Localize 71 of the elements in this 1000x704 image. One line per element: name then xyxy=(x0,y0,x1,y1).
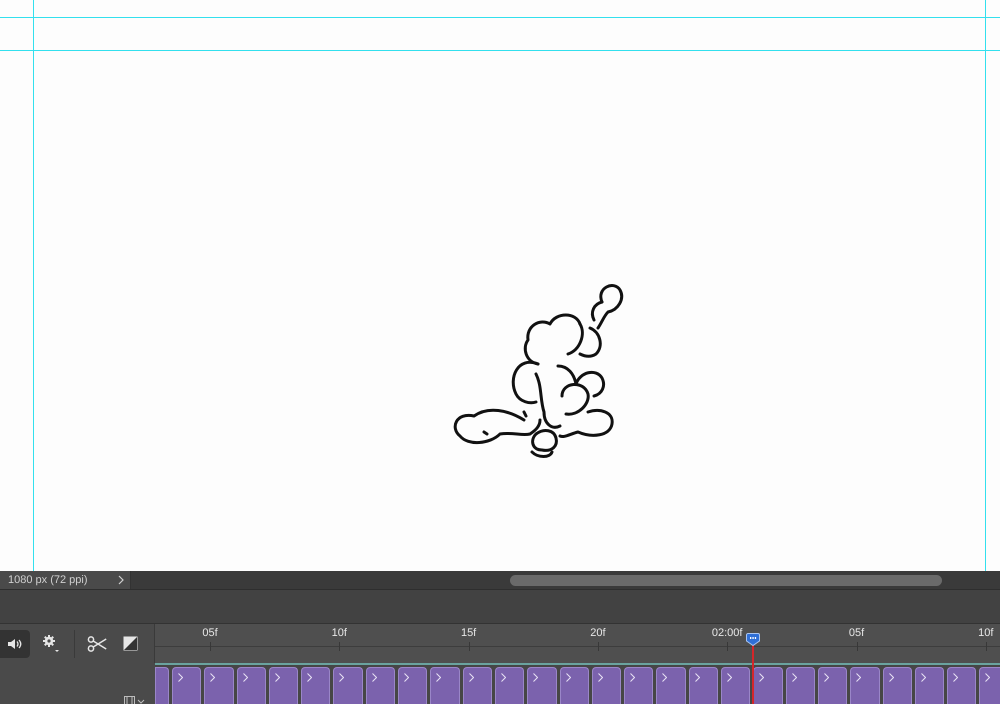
speaker-icon xyxy=(7,638,23,650)
chevron-right-icon xyxy=(274,673,280,682)
frame-clip[interactable] xyxy=(494,667,524,704)
chevron-right-icon xyxy=(920,673,926,682)
frame-clip[interactable] xyxy=(172,667,202,704)
chevron-right-icon xyxy=(436,673,442,682)
chevron-right-icon xyxy=(339,673,344,682)
frame-clip[interactable] xyxy=(333,667,363,704)
chevron-right-icon xyxy=(662,673,668,682)
frame-clip[interactable] xyxy=(656,667,686,704)
chevron-right-icon xyxy=(694,673,700,682)
ruler-label: 10f xyxy=(978,627,994,639)
chevron-right-icon xyxy=(727,673,732,682)
frame-clip[interactable] xyxy=(155,667,169,704)
chevron-right-icon xyxy=(372,673,377,682)
frame-clip[interactable] xyxy=(301,667,330,704)
frame-clip[interactable] xyxy=(527,667,557,704)
chevron-right-icon xyxy=(630,673,636,682)
frame-clip[interactable] xyxy=(721,667,750,704)
chevron-right-icon xyxy=(242,673,248,682)
film-strip-icon[interactable] xyxy=(123,695,145,704)
frame-clip[interactable] xyxy=(947,667,976,704)
chevron-right-icon[interactable] xyxy=(118,575,124,585)
chevron-right-icon xyxy=(566,673,571,682)
scrollbar-thumb[interactable] xyxy=(510,574,942,586)
chevron-right-icon xyxy=(178,673,183,682)
chevron-right-icon xyxy=(985,673,990,682)
chevron-right-icon xyxy=(307,673,312,682)
frame-clip[interactable] xyxy=(786,667,815,704)
frame-clip[interactable] xyxy=(462,667,492,704)
chevron-right-icon xyxy=(500,673,506,682)
ruler-label: 02:00f xyxy=(712,627,742,639)
chevron-right-icon xyxy=(759,673,764,682)
frame-clip[interactable] xyxy=(204,667,234,704)
frame-clip[interactable] xyxy=(914,667,944,704)
chevron-right-icon xyxy=(404,673,410,682)
ruler-label: 10f xyxy=(332,627,347,639)
transition-icon[interactable] xyxy=(123,636,138,651)
ruler-label: 05f xyxy=(202,627,218,639)
frame-clip[interactable] xyxy=(818,667,848,704)
frame-clip[interactable] xyxy=(366,667,396,704)
chevron-right-icon xyxy=(468,673,474,682)
chevron-right-icon xyxy=(888,673,894,682)
chevron-right-icon xyxy=(598,673,603,682)
chevron-right-icon xyxy=(953,673,958,682)
frame-clip[interactable] xyxy=(592,667,622,704)
frame-clip[interactable] xyxy=(236,667,266,704)
frame-clip[interactable] xyxy=(753,667,783,704)
document-info: 1080 px (72 ppi) xyxy=(8,574,88,586)
chevron-right-icon xyxy=(824,673,829,682)
frame-clip[interactable] xyxy=(979,667,1000,704)
ruler-label: 05f xyxy=(848,627,864,639)
gear-icon[interactable] xyxy=(42,634,60,654)
chevron-right-icon xyxy=(792,673,797,682)
ruler-label: 20f xyxy=(590,627,606,639)
frame-clip[interactable] xyxy=(850,667,880,704)
timeline-ruler[interactable]: 05f 10f 15f 20f 02:00f 05f 10f xyxy=(155,624,1000,663)
frame-clip[interactable] xyxy=(624,667,654,704)
playhead-line xyxy=(752,643,754,704)
ruler-label: 15f xyxy=(460,627,476,639)
chevron-right-icon xyxy=(210,673,216,682)
frame-clip[interactable] xyxy=(430,667,460,704)
audio-button[interactable] xyxy=(0,630,30,658)
scissors-icon[interactable] xyxy=(87,636,107,652)
frame-clip[interactable] xyxy=(882,667,912,704)
frame-clip[interactable] xyxy=(268,667,298,704)
chevron-right-icon xyxy=(856,673,862,682)
chevron-right-icon xyxy=(533,673,538,682)
frame-clip[interactable] xyxy=(688,667,718,704)
frame-clip[interactable] xyxy=(560,667,589,704)
frame-clip[interactable] xyxy=(398,667,428,704)
